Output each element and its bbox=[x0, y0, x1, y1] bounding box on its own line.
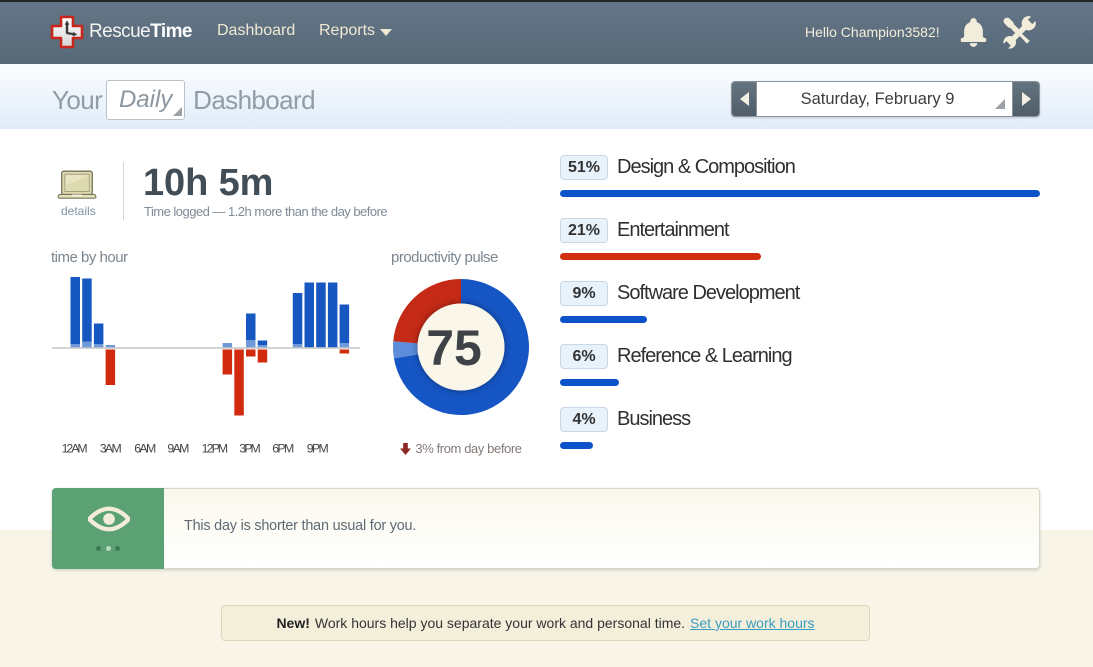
svg-text:12PM: 12PM bbox=[202, 441, 229, 455]
svg-text:9PM: 9PM bbox=[307, 441, 329, 455]
svg-text:6AM: 6AM bbox=[134, 441, 156, 455]
svg-text:6PM: 6PM bbox=[272, 441, 294, 455]
svg-text:9AM: 9AM bbox=[167, 441, 189, 455]
svg-text:12AM: 12AM bbox=[62, 441, 88, 455]
svg-text:3AM: 3AM bbox=[100, 441, 122, 455]
svg-text:3PM: 3PM bbox=[239, 441, 261, 455]
